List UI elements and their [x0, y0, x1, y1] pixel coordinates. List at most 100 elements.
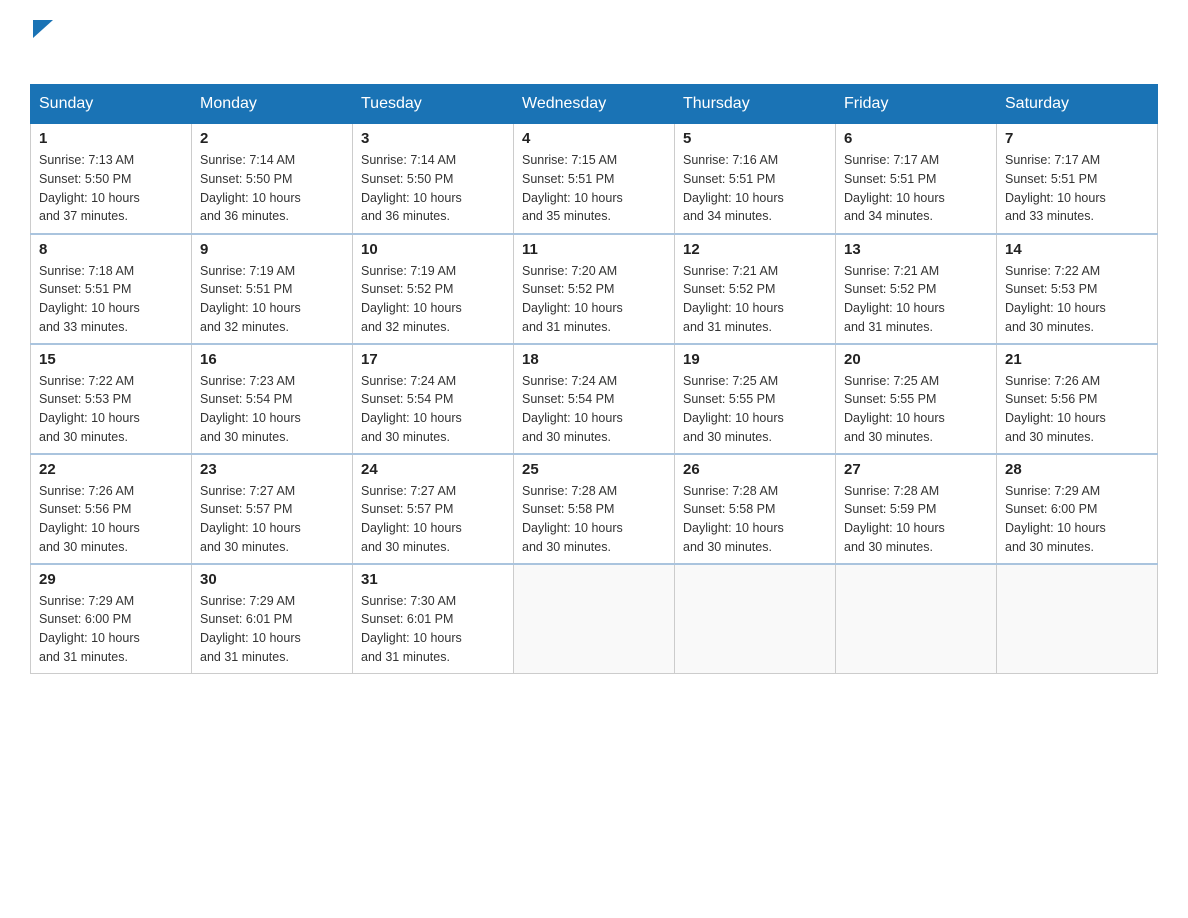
calendar-cell: 18 Sunrise: 7:24 AMSunset: 5:54 PMDayligh…: [514, 344, 675, 454]
calendar-cell: 6 Sunrise: 7:17 AMSunset: 5:51 PMDaylight…: [836, 124, 997, 234]
day-info: Sunrise: 7:25 AMSunset: 5:55 PMDaylight:…: [844, 372, 988, 447]
calendar-cell: 11 Sunrise: 7:20 AMSunset: 5:52 PMDayligh…: [514, 234, 675, 344]
day-number: 26: [683, 461, 827, 478]
calendar-cell: 1 Sunrise: 7:13 AMSunset: 5:50 PMDaylight…: [31, 124, 192, 234]
day-info: Sunrise: 7:15 AMSunset: 5:51 PMDaylight:…: [522, 151, 666, 226]
day-number: 12: [683, 241, 827, 258]
day-info: Sunrise: 7:21 AMSunset: 5:52 PMDaylight:…: [683, 262, 827, 337]
day-info: Sunrise: 7:22 AMSunset: 5:53 PMDaylight:…: [39, 372, 183, 447]
day-info: Sunrise: 7:24 AMSunset: 5:54 PMDaylight:…: [361, 372, 505, 447]
day-info: Sunrise: 7:23 AMSunset: 5:54 PMDaylight:…: [200, 372, 344, 447]
day-info: Sunrise: 7:26 AMSunset: 5:56 PMDaylight:…: [1005, 372, 1149, 447]
day-info: Sunrise: 7:28 AMSunset: 5:58 PMDaylight:…: [522, 482, 666, 557]
calendar-cell: 29Sunrise: 7:29 AMSunset: 6:00 PMDayligh…: [31, 564, 192, 674]
header-saturday: Saturday: [997, 85, 1158, 124]
header-row: SundayMondayTuesdayWednesdayThursdayFrid…: [31, 85, 1158, 124]
calendar-cell: 27 Sunrise: 7:28 AMSunset: 5:59 PMDayligh…: [836, 454, 997, 564]
day-number: 13: [844, 241, 988, 258]
day-number: 18: [522, 351, 666, 368]
day-number: 17: [361, 351, 505, 368]
calendar-cell: 24Sunrise: 7:27 AMSunset: 5:57 PMDayligh…: [353, 454, 514, 564]
day-info: Sunrise: 7:13 AMSunset: 5:50 PMDaylight:…: [39, 151, 183, 226]
day-number: 9: [200, 241, 344, 258]
day-info: Sunrise: 7:16 AMSunset: 5:51 PMDaylight:…: [683, 151, 827, 226]
day-info: Sunrise: 7:19 AMSunset: 5:52 PMDaylight:…: [361, 262, 505, 337]
day-number: 1: [39, 130, 183, 147]
day-info: Sunrise: 7:20 AMSunset: 5:52 PMDaylight:…: [522, 262, 666, 337]
day-number: 6: [844, 130, 988, 147]
day-number: 11: [522, 241, 666, 258]
header-tuesday: Tuesday: [353, 85, 514, 124]
week-row-4: 22 Sunrise: 7:26 AMSunset: 5:56 PMDayligh…: [31, 454, 1158, 564]
calendar-cell: 31Sunrise: 7:30 AMSunset: 6:01 PMDayligh…: [353, 564, 514, 674]
calendar-cell: 13 Sunrise: 7:21 AMSunset: 5:52 PMDayligh…: [836, 234, 997, 344]
header-sunday: Sunday: [31, 85, 192, 124]
day-info: Sunrise: 7:17 AMSunset: 5:51 PMDaylight:…: [844, 151, 988, 226]
calendar-cell: 9 Sunrise: 7:19 AMSunset: 5:51 PMDaylight…: [192, 234, 353, 344]
day-number: 10: [361, 241, 505, 258]
day-number: 22: [39, 461, 183, 478]
calendar-cell: 26 Sunrise: 7:28 AMSunset: 5:58 PMDayligh…: [675, 454, 836, 564]
day-number: 21: [1005, 351, 1149, 368]
calendar-cell: 16 Sunrise: 7:23 AMSunset: 5:54 PMDayligh…: [192, 344, 353, 454]
calendar-cell: 19Sunrise: 7:25 AMSunset: 5:55 PMDayligh…: [675, 344, 836, 454]
calendar-cell: [997, 564, 1158, 674]
day-info: Sunrise: 7:19 AMSunset: 5:51 PMDaylight:…: [200, 262, 344, 337]
day-number: 27: [844, 461, 988, 478]
day-number: 14: [1005, 241, 1149, 258]
week-row-2: 8 Sunrise: 7:18 AMSunset: 5:51 PMDaylight…: [31, 234, 1158, 344]
calendar-cell: 30 Sunrise: 7:29 AMSunset: 6:01 PMDayligh…: [192, 564, 353, 674]
day-info: Sunrise: 7:24 AMSunset: 5:54 PMDaylight:…: [522, 372, 666, 447]
day-number: 5: [683, 130, 827, 147]
day-number: 2: [200, 130, 344, 147]
day-info: Sunrise: 7:25 AMSunset: 5:55 PMDaylight:…: [683, 372, 827, 447]
week-row-1: 1 Sunrise: 7:13 AMSunset: 5:50 PMDaylight…: [31, 124, 1158, 234]
day-info: Sunrise: 7:28 AMSunset: 5:59 PMDaylight:…: [844, 482, 988, 557]
calendar-cell: 25 Sunrise: 7:28 AMSunset: 5:58 PMDayligh…: [514, 454, 675, 564]
week-row-3: 15 Sunrise: 7:22 AMSunset: 5:53 PMDayligh…: [31, 344, 1158, 454]
day-info: Sunrise: 7:21 AMSunset: 5:52 PMDaylight:…: [844, 262, 988, 337]
calendar-table: SundayMondayTuesdayWednesdayThursdayFrid…: [30, 84, 1158, 674]
calendar-cell: 17 Sunrise: 7:24 AMSunset: 5:54 PMDayligh…: [353, 344, 514, 454]
day-number: 25: [522, 461, 666, 478]
week-row-5: 29Sunrise: 7:29 AMSunset: 6:00 PMDayligh…: [31, 564, 1158, 674]
calendar-cell: 15 Sunrise: 7:22 AMSunset: 5:53 PMDayligh…: [31, 344, 192, 454]
day-number: 8: [39, 241, 183, 258]
logo-arrow-icon: [33, 20, 53, 38]
day-number: 7: [1005, 130, 1149, 147]
header-monday: Monday: [192, 85, 353, 124]
calendar-cell: 8 Sunrise: 7:18 AMSunset: 5:51 PMDaylight…: [31, 234, 192, 344]
calendar-cell: 7 Sunrise: 7:17 AMSunset: 5:51 PMDaylight…: [997, 124, 1158, 234]
header-friday: Friday: [836, 85, 997, 124]
day-info: Sunrise: 7:14 AMSunset: 5:50 PMDaylight:…: [361, 151, 505, 226]
day-number: 15: [39, 351, 183, 368]
day-info: Sunrise: 7:29 AMSunset: 6:01 PMDaylight:…: [200, 592, 344, 667]
day-info: Sunrise: 7:22 AMSunset: 5:53 PMDaylight:…: [1005, 262, 1149, 337]
calendar-cell: [836, 564, 997, 674]
calendar-cell: 12 Sunrise: 7:21 AMSunset: 5:52 PMDayligh…: [675, 234, 836, 344]
calendar-cell: 2 Sunrise: 7:14 AMSunset: 5:50 PMDaylight…: [192, 124, 353, 234]
logo: [30, 20, 53, 64]
calendar-cell: 10 Sunrise: 7:19 AMSunset: 5:52 PMDayligh…: [353, 234, 514, 344]
day-info: Sunrise: 7:29 AMSunset: 6:00 PMDaylight:…: [1005, 482, 1149, 557]
day-number: 3: [361, 130, 505, 147]
header-wednesday: Wednesday: [514, 85, 675, 124]
day-info: Sunrise: 7:17 AMSunset: 5:51 PMDaylight:…: [1005, 151, 1149, 226]
calendar-cell: 28 Sunrise: 7:29 AMSunset: 6:00 PMDayligh…: [997, 454, 1158, 564]
day-number: 28: [1005, 461, 1149, 478]
day-info: Sunrise: 7:28 AMSunset: 5:58 PMDaylight:…: [683, 482, 827, 557]
day-info: Sunrise: 7:14 AMSunset: 5:50 PMDaylight:…: [200, 151, 344, 226]
calendar-cell: 21 Sunrise: 7:26 AMSunset: 5:56 PMDayligh…: [997, 344, 1158, 454]
calendar-cell: 23Sunrise: 7:27 AMSunset: 5:57 PMDayligh…: [192, 454, 353, 564]
calendar-cell: [514, 564, 675, 674]
calendar-cell: [675, 564, 836, 674]
day-number: 29: [39, 571, 183, 588]
calendar-cell: 22 Sunrise: 7:26 AMSunset: 5:56 PMDayligh…: [31, 454, 192, 564]
day-info: Sunrise: 7:18 AMSunset: 5:51 PMDaylight:…: [39, 262, 183, 337]
day-number: 20: [844, 351, 988, 368]
calendar-cell: 20 Sunrise: 7:25 AMSunset: 5:55 PMDayligh…: [836, 344, 997, 454]
day-number: 24: [361, 461, 505, 478]
day-number: 30: [200, 571, 344, 588]
day-info: Sunrise: 7:26 AMSunset: 5:56 PMDaylight:…: [39, 482, 183, 557]
day-number: 16: [200, 351, 344, 368]
